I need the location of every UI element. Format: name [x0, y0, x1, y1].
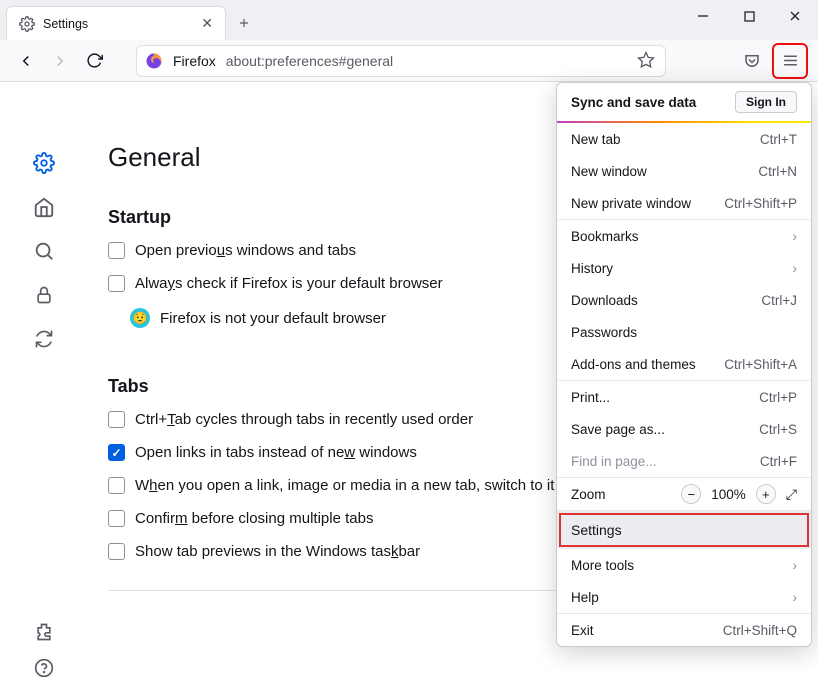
sidebar-home-icon[interactable]	[33, 196, 55, 218]
menu-history[interactable]: History›	[557, 252, 811, 284]
sign-in-button[interactable]: Sign In	[735, 91, 797, 113]
menu-find: Find in page...Ctrl+F	[557, 445, 811, 477]
close-window-button[interactable]	[772, 0, 818, 32]
sidebar-help-icon[interactable]	[33, 657, 55, 679]
ctrltab-label: Ctrl+Tab cycles through tabs in recently…	[135, 411, 473, 428]
menu-zoom: Zoom − 100% + ⤢	[557, 478, 811, 510]
menu-help[interactable]: Help›	[557, 581, 811, 613]
forward-button[interactable]	[44, 45, 76, 77]
maximize-button[interactable]	[726, 0, 772, 32]
checkbox-openlinks[interactable]	[108, 444, 125, 461]
gear-icon	[19, 16, 35, 32]
restore-label: Open previous windows and tabs	[135, 242, 356, 259]
menu-new-private[interactable]: New private windowCtrl+Shift+P	[557, 187, 811, 219]
chevron-right-icon: ›	[792, 228, 797, 244]
reload-button[interactable]	[78, 45, 110, 77]
menu-exit[interactable]: ExitCtrl+Shift+Q	[557, 614, 811, 646]
tab-title: Settings	[43, 17, 193, 31]
switch-label: When you open a link, image or media in …	[135, 477, 554, 494]
identity-label: Firefox	[173, 53, 216, 69]
checkbox-default[interactable]	[108, 275, 125, 292]
menu-passwords[interactable]: Passwords	[557, 316, 811, 348]
appmenu-button[interactable]	[775, 46, 805, 76]
url-text: about:preferences#general	[226, 53, 393, 69]
chevron-right-icon: ›	[792, 589, 797, 605]
window-controls	[680, 0, 818, 32]
chevron-right-icon: ›	[792, 557, 797, 573]
menu-sync-header: Sync and save data Sign In	[557, 83, 811, 121]
pocket-button[interactable]	[736, 45, 768, 77]
zoom-value: 100%	[711, 487, 746, 502]
bookmark-star-icon[interactable]	[637, 51, 657, 71]
sync-label: Sync and save data	[571, 95, 696, 110]
close-tab-icon[interactable]: ✕	[201, 15, 213, 32]
checkbox-confirm[interactable]	[108, 510, 125, 527]
appmenu-highlight	[772, 43, 808, 79]
sidebar-extensions-icon[interactable]	[33, 621, 55, 643]
browser-tab[interactable]: Settings ✕	[6, 6, 226, 40]
menu-print[interactable]: Print...Ctrl+P	[557, 381, 811, 413]
info-icon: 😟	[130, 308, 150, 328]
checkbox-taskbar[interactable]	[108, 543, 125, 560]
sidebar-general-icon[interactable]	[33, 152, 55, 174]
menu-bookmarks[interactable]: Bookmarks›	[557, 220, 811, 252]
menu-downloads[interactable]: DownloadsCtrl+J	[557, 284, 811, 316]
fullscreen-icon[interactable]: ⤢	[786, 486, 797, 503]
taskbar-label: Show tab previews in the Windows taskbar	[135, 543, 420, 560]
menu-new-window[interactable]: New windowCtrl+N	[557, 155, 811, 187]
sidebar-privacy-icon[interactable]	[33, 284, 55, 306]
firefox-icon	[145, 52, 163, 70]
back-button[interactable]	[10, 45, 42, 77]
openlinks-label: Open links in tabs instead of new window…	[135, 444, 417, 461]
new-tab-button[interactable]	[230, 9, 258, 37]
url-bar[interactable]: Firefox about:preferences#general	[136, 45, 666, 77]
chevron-right-icon: ›	[792, 260, 797, 276]
checkbox-restore[interactable]	[108, 242, 125, 259]
toolbar: Firefox about:preferences#general	[0, 40, 818, 82]
not-default-label: Firefox is not your default browser	[160, 310, 386, 327]
menu-settings[interactable]: Settings	[557, 511, 811, 549]
preferences-sidebar	[0, 82, 88, 689]
minimize-button[interactable]	[680, 0, 726, 32]
menu-more-tools[interactable]: More tools›	[557, 549, 811, 581]
checkbox-switch[interactable]	[108, 477, 125, 494]
titlebar: Settings ✕	[0, 0, 818, 40]
sidebar-sync-icon[interactable]	[33, 328, 55, 350]
menu-addons[interactable]: Add-ons and themesCtrl+Shift+A	[557, 348, 811, 380]
zoom-out-button[interactable]: −	[681, 484, 701, 504]
sidebar-search-icon[interactable]	[33, 240, 55, 262]
zoom-in-button[interactable]: +	[756, 484, 776, 504]
menu-new-tab[interactable]: New tabCtrl+T	[557, 123, 811, 155]
checkbox-ctrltab[interactable]	[108, 411, 125, 428]
menu-save-as[interactable]: Save page as...Ctrl+S	[557, 413, 811, 445]
confirm-label: Confirm before closing multiple tabs	[135, 510, 373, 527]
default-label: Always check if Firefox is your default …	[135, 275, 443, 292]
app-menu: Sync and save data Sign In New tabCtrl+T…	[556, 82, 812, 647]
zoom-label: Zoom	[571, 487, 606, 502]
